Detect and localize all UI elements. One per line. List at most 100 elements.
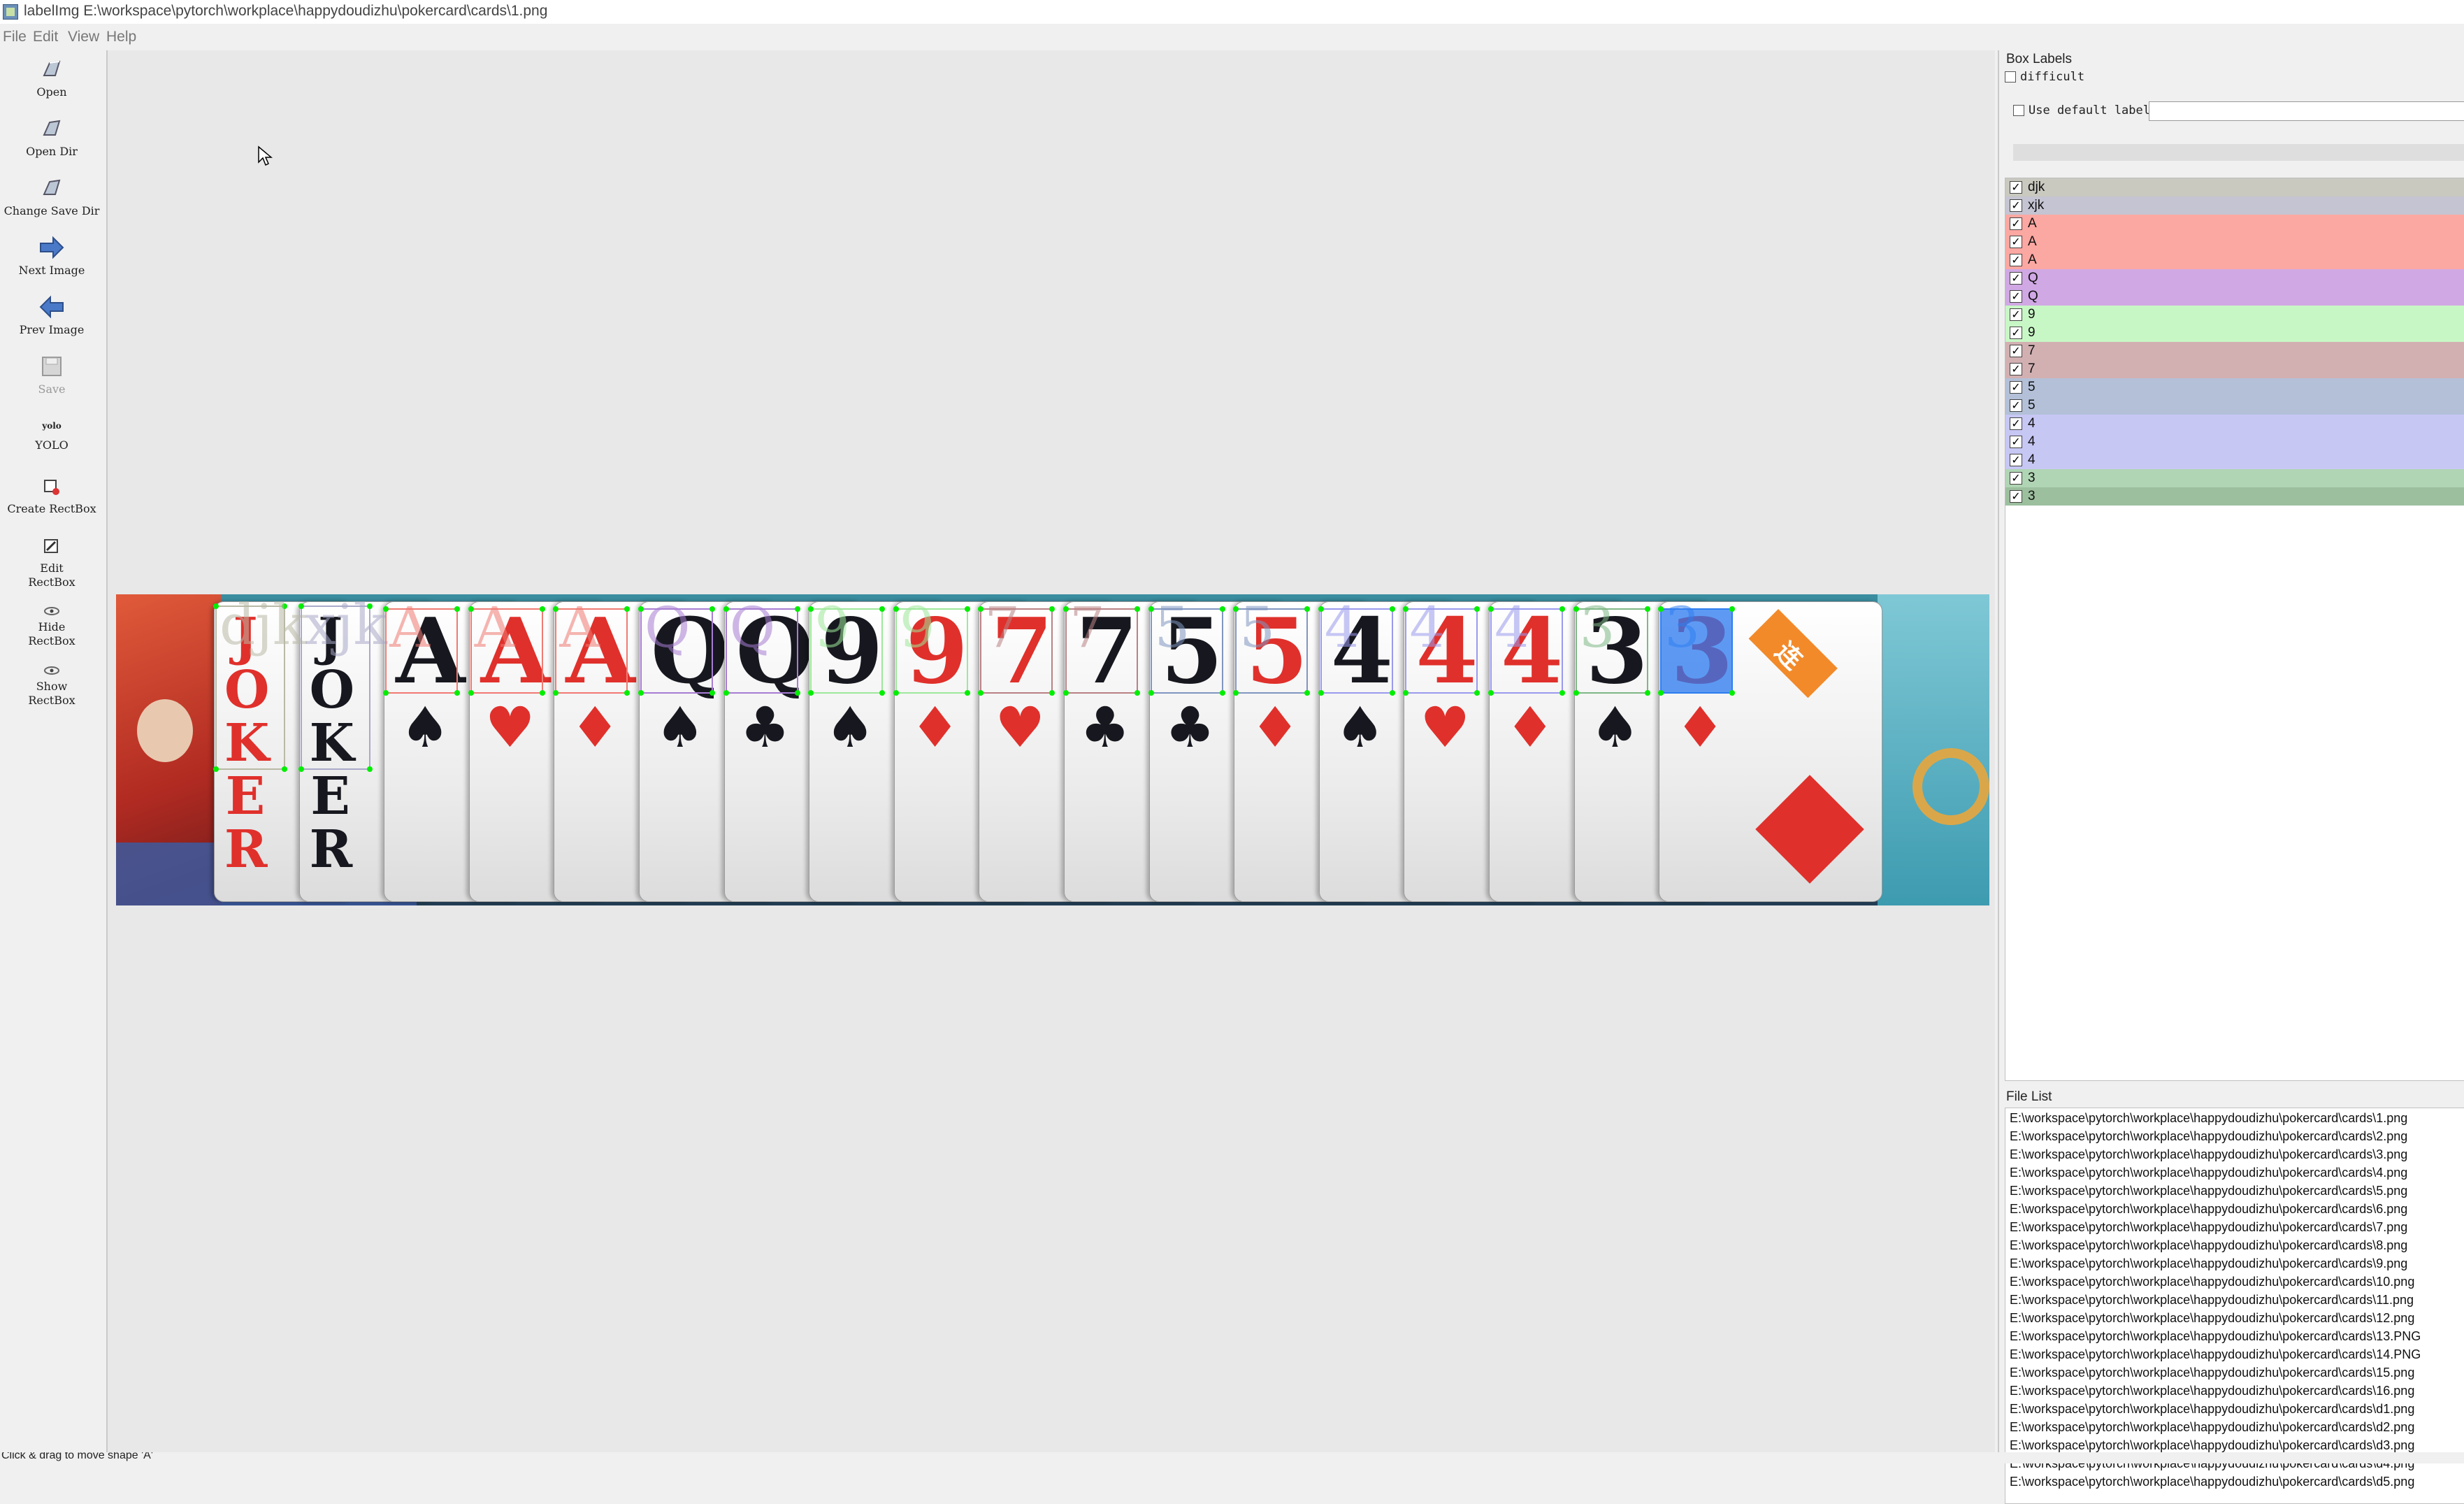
- bounding-box[interactable]: 4: [1488, 600, 1565, 696]
- label-list-item[interactable]: ✓ djk: [2005, 178, 2464, 196]
- label-visibility-checkbox[interactable]: ✓: [2010, 417, 2022, 430]
- label-list-item[interactable]: ✓ A: [2005, 251, 2464, 269]
- file-list-item[interactable]: E:\workspace\pytorch\workplace\happydoud…: [2010, 1475, 2464, 1493]
- box-handle[interactable]: [1219, 690, 1225, 696]
- label-visibility-checkbox[interactable]: ✓: [2010, 217, 2022, 230]
- file-list-item[interactable]: E:\workspace\pytorch\workplace\happydoud…: [2010, 1220, 2464, 1238]
- file-list-item[interactable]: E:\workspace\pytorch\workplace\happydoud…: [2010, 1347, 2464, 1366]
- label-list-item[interactable]: ✓ 4: [2005, 451, 2464, 469]
- label-visibility-checkbox[interactable]: ✓: [2010, 272, 2022, 285]
- box-handle[interactable]: [794, 690, 800, 696]
- label-list-item[interactable]: ✓ 3: [2005, 487, 2464, 506]
- create-rectbox-button[interactable]: Create RectBox: [0, 477, 103, 516]
- label-list-item[interactable]: ✓ 7: [2005, 342, 2464, 360]
- file-list-item[interactable]: E:\workspace\pytorch\workplace\happydoud…: [2010, 1129, 2464, 1147]
- box-handle[interactable]: [1573, 606, 1579, 612]
- label-visibility-checkbox[interactable]: ✓: [2010, 381, 2022, 394]
- file-list-item[interactable]: E:\workspace\pytorch\workplace\happydoud…: [2010, 1202, 2464, 1220]
- box-handle[interactable]: [808, 606, 814, 612]
- file-list-item[interactable]: E:\workspace\pytorch\workplace\happydoud…: [2010, 1238, 2464, 1256]
- box-handle[interactable]: [1134, 690, 1140, 696]
- box-handle[interactable]: [978, 606, 984, 612]
- label-visibility-checkbox[interactable]: ✓: [2010, 363, 2022, 375]
- box-handle[interactable]: [638, 690, 644, 696]
- edit-label-field[interactable]: [2013, 144, 2464, 161]
- label-list[interactable]: ✓ djk ✓ xjk ✓ A ✓ A ✓ A ✓ Q ✓ Q ✓ 9 ✓ 9 ✓ 7 ✓ 7 ✓ 5 ✓ 5 ✓ 4 ✓ 4 ✓ 4 ✓ 3 ✓ 3: [2005, 178, 2464, 1081]
- label-list-item[interactable]: ✓ xjk: [2005, 196, 2464, 215]
- box-handle[interactable]: [1403, 606, 1409, 612]
- label-list-item[interactable]: ✓ 9: [2005, 306, 2464, 324]
- open-button[interactable]: Open: [0, 57, 103, 99]
- show-rectbox-button[interactable]: Show RectBox: [0, 666, 103, 708]
- label-list-item[interactable]: ✓ A: [2005, 233, 2464, 251]
- file-list-item[interactable]: E:\workspace\pytorch\workplace\happydoud…: [2010, 1293, 2464, 1311]
- box-handle[interactable]: [1573, 690, 1579, 696]
- file-list-item[interactable]: E:\workspace\pytorch\workplace\happydoud…: [2010, 1275, 2464, 1293]
- label-visibility-checkbox[interactable]: ✓: [2010, 472, 2022, 485]
- label-list-item[interactable]: ✓ 5: [2005, 378, 2464, 396]
- box-handle[interactable]: [213, 766, 219, 772]
- box-handle[interactable]: [1488, 690, 1494, 696]
- annotated-image[interactable]: JOKER JOKER A ♠ A ♥ A ♦ Q ♠ Q ♣ 9 ♠ 9 ♦ 7 ♥ 7 ♣ 5 ♣ 5 ♦ 4 ♠ 4 ♥ 4 ♦ 3 ♠…: [116, 594, 1989, 905]
- box-handle[interactable]: [383, 606, 389, 612]
- open-dir-button[interactable]: Open Dir: [0, 117, 103, 159]
- box-handle[interactable]: [539, 606, 545, 612]
- bounding-box[interactable]: 3: [1573, 600, 1650, 696]
- label-visibility-checkbox[interactable]: ✓: [2010, 399, 2022, 412]
- box-handle[interactable]: [539, 690, 545, 696]
- box-handle[interactable]: [1318, 606, 1324, 612]
- label-visibility-checkbox[interactable]: ✓: [2010, 327, 2022, 339]
- bounding-box[interactable]: djk: [213, 597, 307, 772]
- use-default-label-checkbox[interactable]: [2013, 105, 2024, 116]
- bounding-box[interactable]: Q: [723, 600, 800, 696]
- box-handle[interactable]: [1148, 690, 1154, 696]
- bounding-box[interactable]: 4: [1403, 600, 1480, 696]
- bounding-box[interactable]: 7: [978, 600, 1056, 696]
- box-handle[interactable]: [468, 690, 474, 696]
- file-list-item[interactable]: E:\workspace\pytorch\workplace\happydoud…: [2010, 1111, 2464, 1129]
- box-handle[interactable]: [1559, 690, 1565, 696]
- label-visibility-checkbox[interactable]: ✓: [2010, 254, 2022, 266]
- box-handle[interactable]: [366, 766, 373, 772]
- file-list-item[interactable]: E:\workspace\pytorch\workplace\happydoud…: [2010, 1366, 2464, 1384]
- menu-view[interactable]: View: [68, 29, 99, 45]
- bounding-box[interactable]: 9: [893, 600, 970, 696]
- box-handle[interactable]: [1148, 606, 1154, 612]
- difficult-checkbox[interactable]: [2005, 71, 2016, 83]
- box-handle[interactable]: [1644, 606, 1650, 612]
- menu-edit[interactable]: Edit: [33, 29, 58, 45]
- yolo-button[interactable]: yolo YOLO: [0, 417, 103, 452]
- box-handle[interactable]: [964, 690, 970, 696]
- box-handle[interactable]: [709, 690, 715, 696]
- box-handle[interactable]: [964, 606, 970, 612]
- box-handle[interactable]: [723, 690, 729, 696]
- default-label-input[interactable]: [2149, 101, 2464, 121]
- box-handle[interactable]: [1644, 690, 1650, 696]
- box-handle[interactable]: [1488, 606, 1494, 612]
- label-visibility-checkbox[interactable]: ✓: [2010, 490, 2022, 503]
- box-handle[interactable]: [1063, 606, 1069, 612]
- label-visibility-checkbox[interactable]: ✓: [2010, 290, 2022, 303]
- label-visibility-checkbox[interactable]: ✓: [2010, 345, 2022, 357]
- file-list-item[interactable]: E:\workspace\pytorch\workplace\happydoud…: [2010, 1184, 2464, 1202]
- change-save-dir-button[interactable]: Change Save Dir: [0, 176, 103, 218]
- save-button[interactable]: Save: [0, 354, 103, 396]
- box-handle[interactable]: [723, 606, 729, 612]
- label-list-item[interactable]: ✓ 9: [2005, 324, 2464, 342]
- menu-help[interactable]: Help: [106, 29, 136, 45]
- label-list-item[interactable]: ✓ 3: [2005, 469, 2464, 487]
- box-handle[interactable]: [794, 606, 800, 612]
- bounding-box[interactable]: A: [553, 600, 631, 696]
- prev-image-button[interactable]: Prev Image: [0, 295, 103, 337]
- bounding-box[interactable]: A: [468, 600, 545, 696]
- box-handle[interactable]: [282, 766, 287, 772]
- file-list-item[interactable]: E:\workspace\pytorch\workplace\happydoud…: [2010, 1311, 2464, 1329]
- bounding-box[interactable]: Q: [638, 600, 715, 696]
- bounding-box[interactable]: 3: [1658, 600, 1736, 696]
- label-list-item[interactable]: ✓ 4: [2005, 433, 2464, 451]
- label-visibility-checkbox[interactable]: ✓: [2010, 436, 2022, 448]
- box-handle[interactable]: [1389, 690, 1395, 696]
- box-handle[interactable]: [893, 606, 899, 612]
- label-visibility-checkbox[interactable]: ✓: [2010, 454, 2022, 466]
- box-handle[interactable]: [553, 606, 559, 612]
